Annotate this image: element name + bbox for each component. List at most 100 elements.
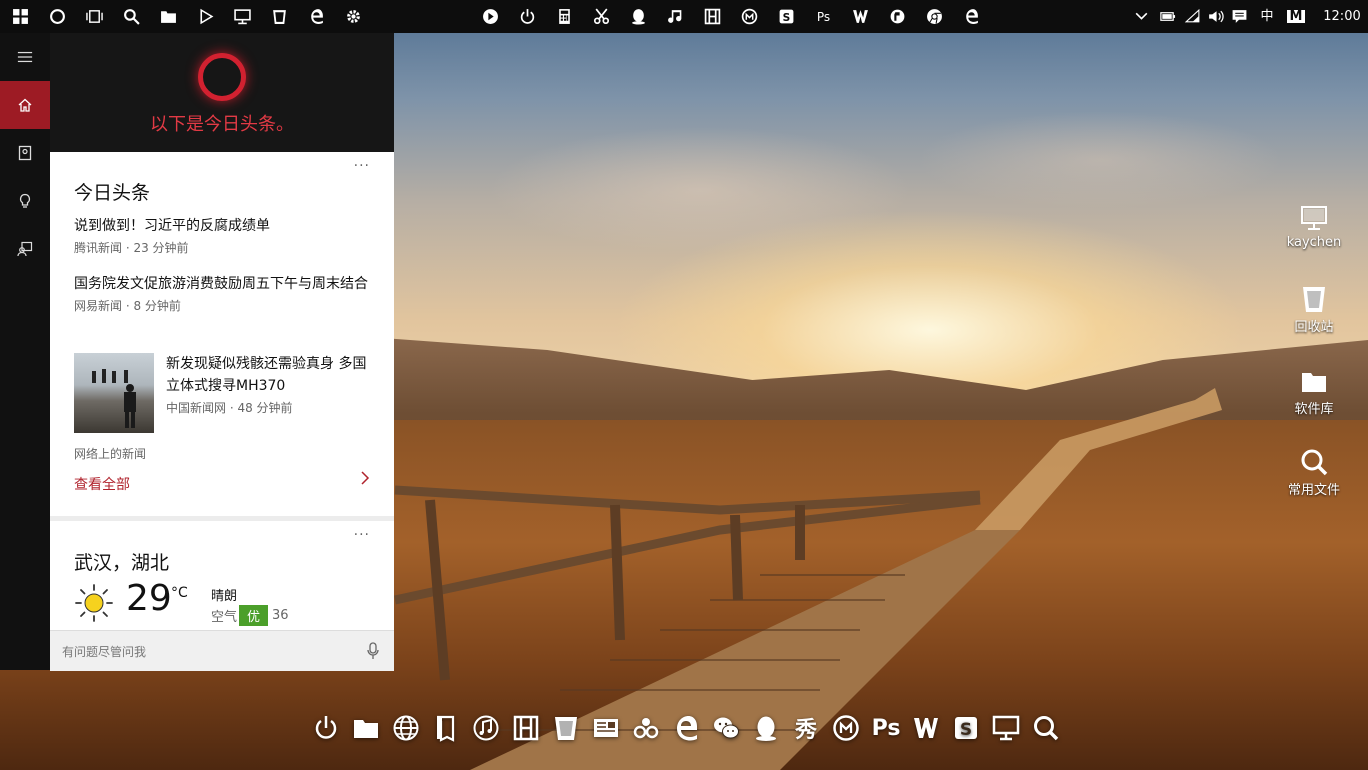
desktop-icon-label: 常用文件: [1287, 483, 1340, 498]
battery-button[interactable]: [1154, 0, 1180, 33]
wifi-button[interactable]: [1180, 0, 1204, 33]
dock-search[interactable]: [1026, 708, 1066, 748]
dock: 秀 Ps S: [306, 708, 1066, 748]
dock-power[interactable]: [306, 708, 346, 748]
dock-photoshop[interactable]: Ps: [866, 708, 906, 748]
input-method-button[interactable]: 中: [1252, 0, 1282, 33]
dock-s-app[interactable]: S: [946, 708, 986, 748]
desktop-icon-label: 回收站: [1294, 320, 1334, 335]
file-explorer-button[interactable]: [150, 0, 187, 33]
system-tray: 中 M 12:00: [1128, 0, 1368, 33]
message-icon: [1232, 10, 1246, 23]
cortana-search-box[interactable]: 有问题尽管问我: [50, 630, 394, 671]
taskbar-qq[interactable]: [620, 0, 657, 33]
taskbar-w-app[interactable]: [842, 0, 879, 33]
desktop-icon-this-pc[interactable]: kaychen: [1279, 203, 1349, 250]
gear-icon: [347, 10, 360, 23]
volume-button[interactable]: [1204, 0, 1226, 33]
dock-edge[interactable]: [666, 708, 706, 748]
dock-video[interactable]: [506, 708, 546, 748]
news-item[interactable]: 国务院发文促旅游消费鼓励周五下午与周末结合 网易新闻 · 8 分钟前: [74, 273, 370, 314]
app-icon: [633, 718, 659, 739]
this-pc-button[interactable]: [224, 0, 261, 33]
desktop-icon-label: kaychen: [1286, 235, 1342, 250]
input-mode-button[interactable]: M: [1282, 0, 1310, 33]
edge-button[interactable]: [298, 0, 335, 33]
taskbar-power[interactable]: [509, 0, 546, 33]
search-button[interactable]: [113, 0, 150, 33]
sidebar-item-notebook[interactable]: [0, 129, 50, 177]
sidebar-item-tips[interactable]: [0, 177, 50, 225]
windows-start-button[interactable]: [2, 0, 39, 33]
taskbar-app[interactable]: [879, 0, 916, 33]
dock-w-app[interactable]: [906, 708, 946, 748]
lightbulb-icon: [19, 193, 31, 208]
news-item[interactable]: 说到做到！习近平的反腐成绩单 腾讯新闻 · 23 分钟前: [74, 215, 370, 256]
people-photo: [92, 369, 128, 383]
desktop-icon-recycle-bin[interactable]: 回收站: [1279, 284, 1349, 335]
dock-xiu[interactable]: 秀: [786, 708, 826, 748]
clock-button[interactable]: 12:00: [1310, 0, 1368, 33]
show-hidden-icons-button[interactable]: [1128, 0, 1154, 33]
taskbar-s-app[interactable]: S: [768, 0, 805, 33]
feedback-icon: [17, 241, 33, 257]
dock-browser[interactable]: [386, 708, 426, 748]
dock-news[interactable]: [586, 708, 626, 748]
news-item[interactable]: 新发现疑似残骸还需验真身 多国立体式搜寻MH370 中国新闻网 · 48 分钟前: [166, 353, 372, 416]
calculator-icon: [559, 9, 570, 24]
media-button[interactable]: [187, 0, 224, 33]
settings-button[interactable]: [335, 0, 372, 33]
cortana-button[interactable]: [39, 0, 76, 33]
taskbar-video[interactable]: [694, 0, 731, 33]
dock-maxthon[interactable]: [826, 708, 866, 748]
taskbar-media-player[interactable]: [472, 0, 509, 33]
recycle-bin-button[interactable]: [261, 0, 298, 33]
see-all-link[interactable]: 查看全部: [74, 474, 130, 494]
taskbar-music[interactable]: [657, 0, 694, 33]
dock-book[interactable]: [426, 708, 466, 748]
dock-wechat[interactable]: [706, 708, 746, 748]
sidebar-item-home[interactable]: [0, 81, 50, 129]
power-icon: [520, 9, 535, 24]
action-center-button[interactable]: [1226, 0, 1252, 33]
ps-app-icon: Ps: [816, 9, 831, 24]
m-badge-icon: M: [1286, 10, 1306, 23]
hamburger-menu-button[interactable]: [0, 33, 50, 81]
news-more-button[interactable]: ···: [354, 158, 370, 174]
taskbar-calculator[interactable]: [546, 0, 583, 33]
desktop-icon-common-files[interactable]: 常用文件: [1279, 447, 1349, 498]
wechat-icon: [714, 717, 739, 739]
weather-condition: 晴朗: [211, 589, 238, 604]
sidebar-item-feedback[interactable]: [0, 225, 50, 273]
qq-icon: [632, 9, 645, 25]
taskbar-snipping[interactable]: [583, 0, 620, 33]
news-thumbnail[interactable]: [74, 353, 154, 433]
microphone-icon[interactable]: [366, 642, 380, 660]
dock-folder[interactable]: [346, 708, 386, 748]
music-icon: [668, 10, 682, 23]
news-card: ··· 今日头条 说到做到！习近平的反腐成绩单 腾讯新闻 · 23 分钟前 国务…: [50, 152, 394, 516]
desktop-icon-software[interactable]: 软件库: [1279, 366, 1349, 417]
svg-text:S: S: [960, 720, 972, 740]
media-player-icon: [483, 9, 498, 24]
taskbar-photoshop[interactable]: Ps: [805, 0, 842, 33]
scissors-icon: [593, 8, 610, 25]
ps-app-icon: Ps: [871, 715, 901, 741]
news-source-label: 网络上的新闻: [74, 447, 147, 461]
taskbar-maxthon[interactable]: [731, 0, 768, 33]
play-icon: [200, 8, 214, 25]
edge-icon: [966, 9, 978, 24]
dock-recycle-bin[interactable]: [546, 708, 586, 748]
folder-icon: [354, 720, 378, 738]
w-app-icon: [853, 10, 868, 23]
dock-music[interactable]: [466, 708, 506, 748]
chevron-right-icon[interactable]: [360, 470, 370, 491]
dock-qq[interactable]: [746, 708, 786, 748]
taskbar-chrome[interactable]: [916, 0, 953, 33]
dock-this-pc[interactable]: [986, 708, 1026, 748]
task-view-button[interactable]: [76, 0, 113, 33]
taskbar-edge[interactable]: [953, 0, 990, 33]
weather-more-button[interactable]: ···: [354, 527, 370, 543]
dock-app[interactable]: [626, 708, 666, 748]
svg-text:S: S: [783, 11, 791, 24]
